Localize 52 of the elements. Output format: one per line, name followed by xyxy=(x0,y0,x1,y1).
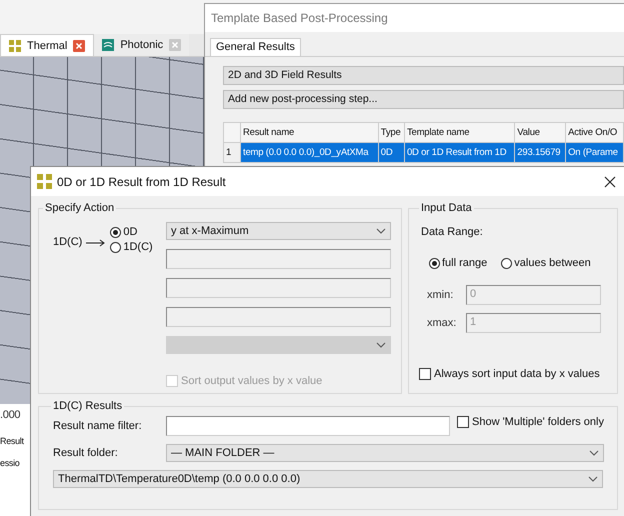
radio-button[interactable]: 1D(C) xyxy=(110,241,153,253)
document-tab[interactable]: Thermal xyxy=(0,34,94,56)
dropdown[interactable]: ThermalTD\Temperature0D\temp (0.0 0.0 0.0 0.0) xyxy=(53,470,603,488)
section-button[interactable]: 2D and 3D Field Results xyxy=(223,66,624,85)
input-field[interactable] xyxy=(166,416,450,436)
field-label: Result name filter: xyxy=(53,420,143,432)
dialog-title: 0D or 1D Result from 1D Result xyxy=(57,174,227,188)
column-header[interactable]: Template name xyxy=(404,122,515,142)
field-label: Result folder: xyxy=(53,447,119,459)
background-text: essio xyxy=(0,457,20,470)
close-icon xyxy=(604,176,616,188)
group-title: Input Data xyxy=(420,202,473,214)
group-title: Specify Action xyxy=(44,202,116,214)
tab[interactable]: General Results xyxy=(210,38,301,56)
table-cell: 0D or 1D Result from 1D xyxy=(404,142,515,162)
table-cell: On (Parame xyxy=(566,142,624,162)
chevron-down-icon xyxy=(588,476,598,482)
wave-icon xyxy=(102,39,114,51)
field-label: Data Range: xyxy=(421,226,484,238)
dropdown[interactable]: y at x-Maximum xyxy=(166,222,391,240)
right-arrow-icon xyxy=(86,239,106,247)
checkbox[interactable]: Show 'Multiple' folders only xyxy=(457,416,604,428)
table-cell: 293.15679 xyxy=(514,142,566,162)
table-row[interactable]: 1 temp (0.0 0.0 0.0)_0D_yAtXMa 0D 0D or 1D Result from 1D 293.15679 On (Parame xyxy=(224,142,624,162)
checkbox[interactable]: Always sort input data by x values xyxy=(419,368,600,380)
close-icon xyxy=(73,40,86,52)
chevron-down-icon xyxy=(376,228,386,234)
background-text: .000 xyxy=(0,408,20,423)
document-tab[interactable]: Photonic xyxy=(94,34,190,56)
source-label: 1D(C) xyxy=(53,236,82,248)
row-number: 1 xyxy=(224,142,240,162)
field-label: xmin: xyxy=(427,289,454,301)
section-button[interactable]: Add new post-processing step... xyxy=(223,90,624,109)
chevron-down-icon xyxy=(589,450,599,456)
window-title: Template Based Post-Processing xyxy=(205,4,624,32)
group-title: 1D(C) Results xyxy=(52,400,124,412)
radio-button[interactable]: values between xyxy=(501,257,591,269)
column-header[interactable]: Active On/O xyxy=(566,122,624,142)
dropdown[interactable]: — MAIN FOLDER — xyxy=(166,444,604,462)
table-cell: temp (0.0 0.0 0.0)_0D_yAtXMa xyxy=(240,142,378,162)
background-text: Result xyxy=(0,435,24,448)
chevron-down-icon xyxy=(376,342,386,348)
grid-icon xyxy=(9,40,21,52)
field-label: xmax: xyxy=(427,317,458,329)
radio-button[interactable]: 0D xyxy=(110,226,138,238)
column-header[interactable]: Type xyxy=(378,122,404,142)
column-header[interactable]: Result name xyxy=(240,122,378,142)
app-logo-icon xyxy=(37,174,52,189)
table-cell: 0D xyxy=(378,142,404,162)
radio-button[interactable]: full range xyxy=(429,257,488,269)
close-icon xyxy=(169,39,182,51)
column-header[interactable]: Value xyxy=(514,122,566,142)
